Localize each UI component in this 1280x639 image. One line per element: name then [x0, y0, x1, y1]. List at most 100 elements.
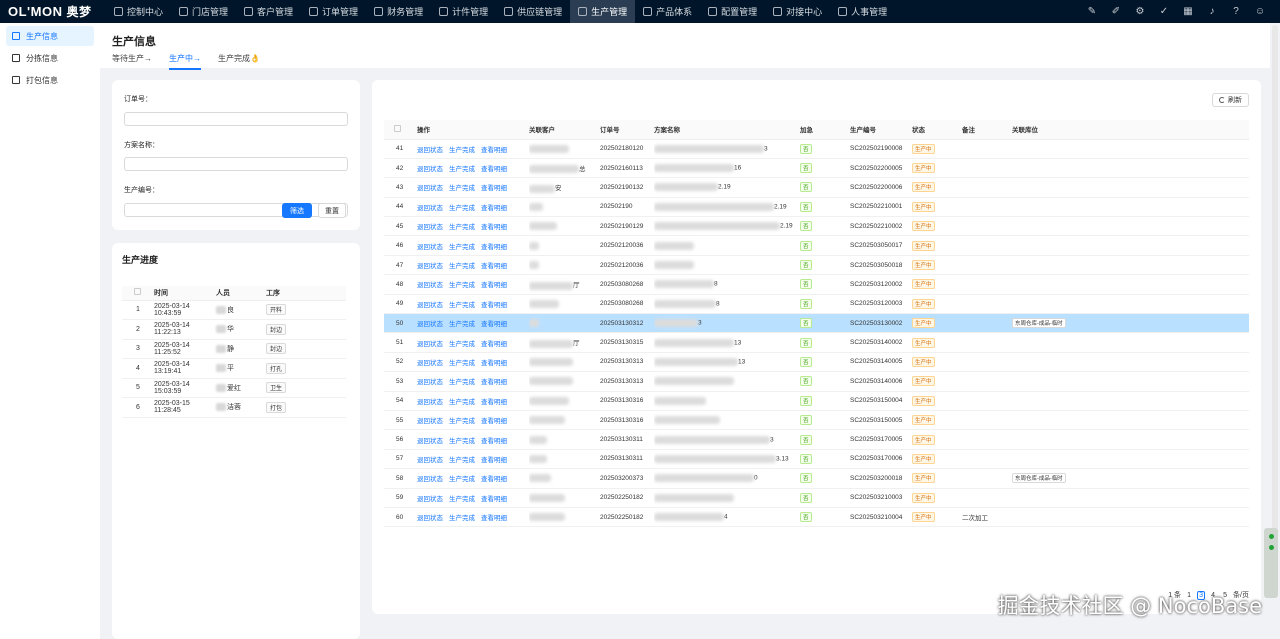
- nav-item-7[interactable]: 生产管理: [570, 0, 636, 23]
- complete-production-link[interactable]: 生产完成: [449, 166, 475, 173]
- nav-item-3[interactable]: 订单管理: [301, 0, 366, 23]
- table-row[interactable]: 45 退回状态 生产完成 查看明细 202502190129 2.19 否 SC2025022…: [384, 216, 1249, 237]
- select-all-checkbox[interactable]: [134, 288, 141, 296]
- nav-item-2[interactable]: 客户管理: [236, 0, 301, 23]
- table-row[interactable]: 58 退回状态 生产完成 查看明细 202503200373 0 否 SC2025032000…: [384, 468, 1249, 489]
- sidebar-item-0[interactable]: 生产信息: [6, 26, 94, 46]
- nav-item-6[interactable]: 供应链管理: [496, 0, 570, 23]
- order-no-input[interactable]: [124, 111, 348, 126]
- pin-icon[interactable]: ✐: [1104, 0, 1128, 23]
- complete-production-link[interactable]: 生产完成: [449, 476, 475, 483]
- view-detail-link[interactable]: 查看明细: [481, 263, 507, 270]
- nav-item-5[interactable]: 计件管理: [431, 0, 496, 23]
- complete-production-link[interactable]: 生产完成: [449, 379, 475, 386]
- complete-production-link[interactable]: 生产完成: [449, 496, 475, 503]
- view-detail-link[interactable]: 查看明细: [481, 205, 507, 212]
- view-detail-link[interactable]: 查看明细: [481, 224, 507, 231]
- revert-status-link[interactable]: 退回状态: [417, 476, 443, 483]
- grid-icon[interactable]: ▦: [1176, 0, 1200, 23]
- complete-production-link[interactable]: 生产完成: [449, 457, 475, 464]
- revert-status-link[interactable]: 退回状态: [417, 205, 443, 212]
- view-detail-link[interactable]: 查看明细: [481, 360, 507, 367]
- table-row[interactable]: 54 退回状态 生产完成 查看明细 202503130316 否 SC20250315000…: [384, 391, 1249, 411]
- nav-item-10[interactable]: 对接中心: [765, 0, 830, 23]
- complete-production-link[interactable]: 生产完成: [449, 515, 475, 522]
- nav-item-8[interactable]: 产品体系: [635, 0, 700, 23]
- complete-production-link[interactable]: 生产完成: [449, 399, 475, 406]
- complete-production-link[interactable]: 生产完成: [449, 341, 475, 348]
- tab-0[interactable]: 等待生产→: [112, 53, 152, 70]
- revert-status-link[interactable]: 退回状态: [417, 515, 443, 522]
- nav-item-4[interactable]: 财务管理: [366, 0, 431, 23]
- revert-status-link[interactable]: 退回状态: [417, 302, 443, 309]
- nav-item-1[interactable]: 门店管理: [171, 0, 236, 23]
- bell-icon[interactable]: ♪: [1200, 0, 1224, 23]
- view-detail-link[interactable]: 查看明细: [481, 147, 507, 154]
- table-row[interactable]: 49 退回状态 生产完成 查看明细 202503080268 8 否 SC2025031200…: [384, 294, 1249, 315]
- revert-status-link[interactable]: 退回状态: [417, 341, 443, 348]
- revert-status-link[interactable]: 退回状态: [417, 244, 443, 251]
- brand-logo[interactable]: OL'MON 奥梦: [0, 0, 106, 23]
- complete-production-link[interactable]: 生产完成: [449, 321, 475, 328]
- page-scrollbar[interactable]: [1272, 25, 1278, 595]
- table-row[interactable]: 53 退回状态 生产完成 查看明细 202503130313 否 SC20250314000…: [384, 371, 1249, 392]
- nav-item-9[interactable]: 配置管理: [700, 0, 765, 23]
- reset-button[interactable]: 重置: [318, 203, 346, 218]
- sidebar-item-1[interactable]: 分拣信息: [6, 48, 94, 68]
- view-detail-link[interactable]: 查看明细: [481, 321, 507, 328]
- revert-status-link[interactable]: 退回状态: [417, 438, 443, 445]
- brush-icon[interactable]: ✎: [1080, 0, 1104, 23]
- view-detail-link[interactable]: 查看明细: [481, 185, 507, 192]
- plan-name-input[interactable]: [124, 157, 348, 171]
- view-detail-link[interactable]: 查看明细: [481, 379, 507, 386]
- check-circle-icon[interactable]: ✓: [1152, 0, 1176, 23]
- filter-button[interactable]: 筛选: [282, 203, 312, 218]
- revert-status-link[interactable]: 退回状态: [417, 166, 443, 173]
- revert-status-link[interactable]: 退回状态: [417, 418, 443, 425]
- revert-status-link[interactable]: 退回状态: [417, 457, 443, 464]
- table-row[interactable]: 47 退回状态 生产完成 查看明细 202502120036 否 SC20250305001…: [384, 255, 1249, 276]
- table-row[interactable]: 57 退回状态 生产完成 查看明细 202503130311 3.13 否 SC2025031…: [384, 449, 1249, 470]
- help-icon[interactable]: ?: [1224, 0, 1248, 23]
- revert-status-link[interactable]: 退回状态: [417, 185, 443, 192]
- tab-1[interactable]: 生产中→: [169, 53, 201, 70]
- revert-status-link[interactable]: 退回状态: [417, 263, 443, 270]
- nav-item-0[interactable]: 控制中心: [106, 0, 171, 23]
- complete-production-link[interactable]: 生产完成: [449, 147, 475, 154]
- complete-production-link[interactable]: 生产完成: [449, 185, 475, 192]
- tab-2[interactable]: 生产完成👌: [218, 53, 260, 70]
- select-all-checkbox[interactable]: [394, 124, 401, 132]
- floating-widget[interactable]: [1264, 528, 1278, 598]
- complete-production-link[interactable]: 生产完成: [449, 244, 475, 251]
- revert-status-link[interactable]: 退回状态: [417, 282, 443, 289]
- view-detail-link[interactable]: 查看明细: [481, 457, 507, 464]
- complete-production-link[interactable]: 生产完成: [449, 205, 475, 212]
- revert-status-link[interactable]: 退回状态: [417, 321, 443, 328]
- complete-production-link[interactable]: 生产完成: [449, 224, 475, 231]
- view-detail-link[interactable]: 查看明细: [481, 302, 507, 309]
- table-row[interactable]: 50 退回状态 生产完成 查看明细 202503130312 3 否 SC2025031300…: [384, 313, 1249, 334]
- settings-icon[interactable]: ⚙: [1128, 0, 1152, 23]
- table-row[interactable]: 44 退回状态 生产完成 查看明细 202502190 2.19 否 SC2025022100…: [384, 197, 1249, 218]
- refresh-button[interactable]: 刷新: [1212, 93, 1249, 107]
- table-row[interactable]: 59 退回状态 生产完成 查看明细 202502250182 否 SC20250321000…: [384, 488, 1249, 508]
- nav-item-11[interactable]: 人事管理: [830, 0, 895, 23]
- complete-production-link[interactable]: 生产完成: [449, 438, 475, 445]
- table-row[interactable]: 41 退回状态 生产完成 查看明细 202502180120 3 否 SC2025021900…: [384, 139, 1249, 159]
- sidebar-item-2[interactable]: 打包信息: [6, 70, 94, 90]
- table-row[interactable]: 42 退回状态 生产完成 查看明细 总 202502160113 16 否 SC20250220…: [384, 158, 1249, 179]
- view-detail-link[interactable]: 查看明细: [481, 244, 507, 251]
- revert-status-link[interactable]: 退回状态: [417, 379, 443, 386]
- revert-status-link[interactable]: 退回状态: [417, 399, 443, 406]
- table-row[interactable]: 52 退回状态 生产完成 查看明细 202503130313 13 否 SC202503140…: [384, 352, 1249, 373]
- view-detail-link[interactable]: 查看明细: [481, 418, 507, 425]
- complete-production-link[interactable]: 生产完成: [449, 263, 475, 270]
- table-row[interactable]: 60 退回状态 生产完成 查看明细 202502250182 4 否 SC2025032100…: [384, 507, 1249, 528]
- user-avatar-icon[interactable]: ☺: [1248, 0, 1272, 23]
- view-detail-link[interactable]: 查看明细: [481, 496, 507, 503]
- table-row[interactable]: 55 退回状态 生产完成 查看明细 202503130316 否 SC20250315000…: [384, 410, 1249, 431]
- view-detail-link[interactable]: 查看明细: [481, 166, 507, 173]
- view-detail-link[interactable]: 查看明细: [481, 341, 507, 348]
- view-detail-link[interactable]: 查看明细: [481, 476, 507, 483]
- table-row[interactable]: 51 退回状态 生产完成 查看明细 厅 202503130315 13 否 SC20250314…: [384, 332, 1249, 353]
